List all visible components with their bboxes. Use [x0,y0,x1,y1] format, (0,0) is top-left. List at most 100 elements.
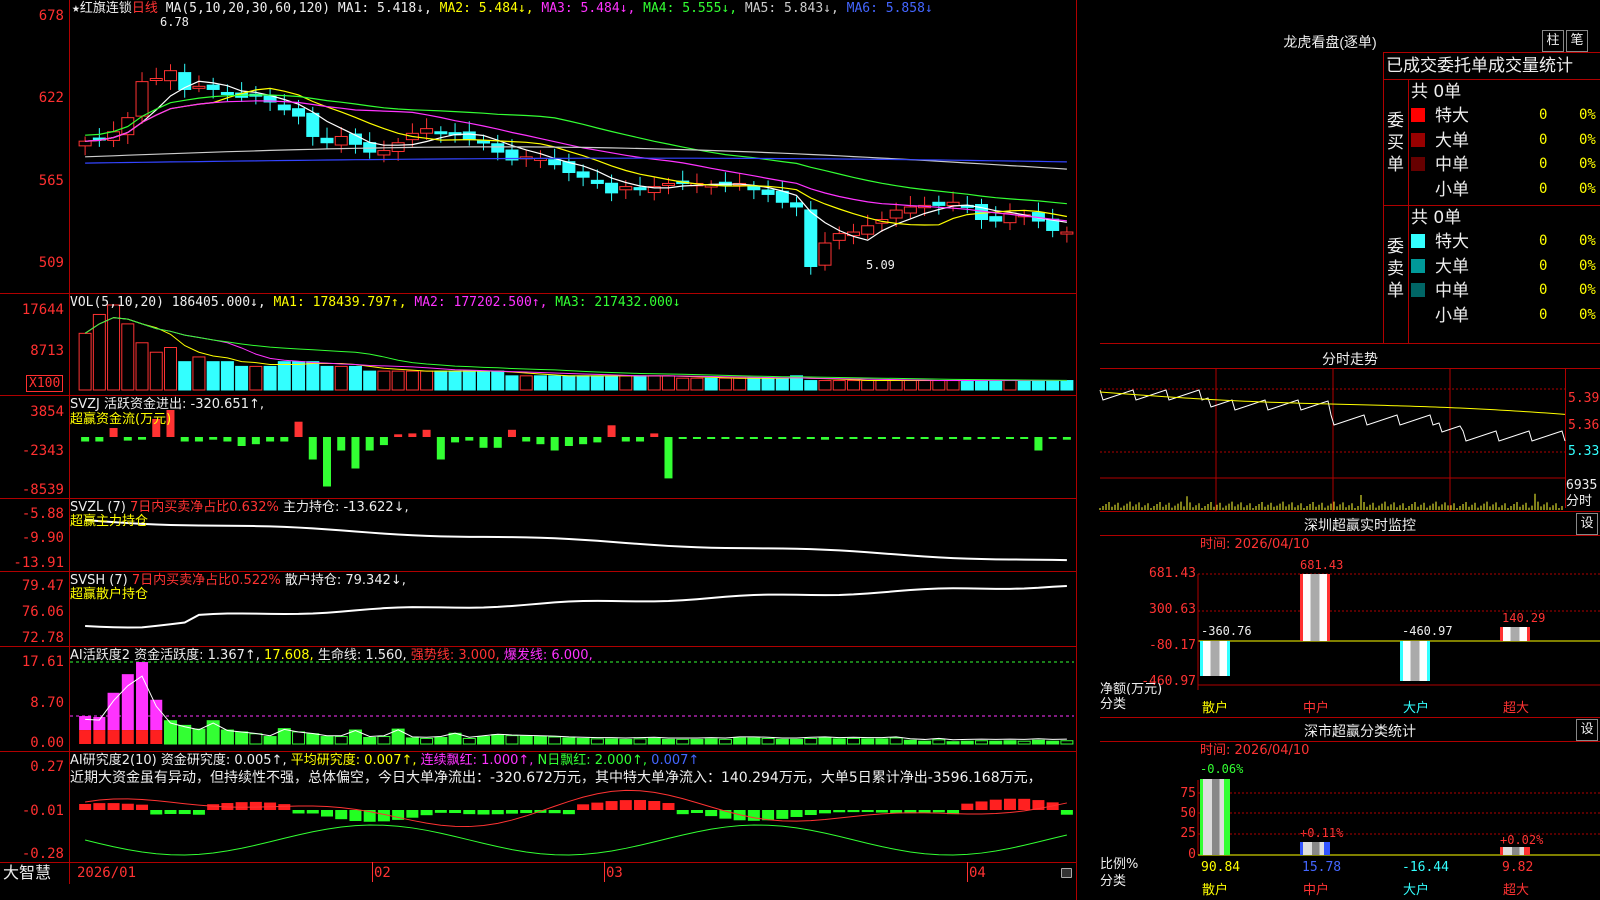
candle-body [932,201,946,206]
volume-bar [960,380,974,391]
xaxis-label-apr: 04 [969,865,986,881]
volume-bar [149,351,163,391]
sz-bar-mid [1310,574,1320,641]
szc-cat-3: 大户 [1403,883,1430,898]
volume-bar [263,365,277,391]
svzj-bar [692,437,701,439]
svzl-axis-top: -5.88 [21,506,64,522]
svzj-bar [507,429,516,437]
ai1-bar [576,737,590,745]
svzj-bar [294,421,303,437]
svzj-bar [806,437,815,439]
sell-row-pct: 0% [1579,306,1596,323]
ai2-bar [634,800,647,810]
ai1-bar [79,716,92,731]
volume-bar [1031,380,1045,391]
svzj-bar [778,437,787,439]
ai1-bar [107,692,120,731]
ai1-bar [363,736,377,745]
ma1-value: MA1: 5.418↓, [337,1,432,16]
ai1-bar [1003,740,1017,745]
svzj-bar [664,437,673,479]
ai2-bar [150,810,163,815]
svzj-sub: 超赢资金流(万元) [70,412,172,427]
kline-axis-622: 622 [38,90,64,106]
volume-bar [733,377,747,391]
ai1-bar [875,738,889,745]
buy-row-name: 小单 [1435,179,1469,200]
sell-row-0: 特大 0 0% [1411,230,1600,252]
volume-bar [249,365,263,391]
sell-row-3: 小单 0 0% [1411,304,1600,326]
sz-monitor-settings-button[interactable]: 设 [1576,513,1598,535]
sell-row-name: 大单 [1435,256,1469,277]
szc-bar-mid [1324,842,1330,855]
svzj-bar [422,429,431,437]
candle-body [220,91,234,95]
volume-bar [121,323,135,391]
stock-name[interactable]: 红旗连锁 [80,1,132,16]
ai2-bar [1003,798,1016,810]
candle-body [334,135,348,146]
ai1-bar [747,737,761,745]
sz-bar-super [1527,627,1530,641]
szc-top-label-2: +0.11% [1300,826,1344,840]
sz-bar-large [1400,641,1430,681]
volume-bar [889,380,903,391]
svzj-bar [863,437,872,439]
ma4-value: MA4: 5.555↓, [643,1,738,16]
szc-y-label: 比例% [1100,857,1139,872]
dragon-bottom-border [1100,343,1600,344]
period-label[interactable]: 日线 [132,1,158,16]
ai1-f5: 爆发线: 6.000, [503,648,593,663]
sell-swatch-icon [1411,234,1425,248]
sell-side-label: 委卖单 [1387,237,1404,301]
sz-axis-2: 300.63 [1149,602,1196,617]
volume-bar [861,380,875,391]
ai1-bar [590,738,604,745]
sz-class-settings-button[interactable]: 设 [1576,719,1598,741]
svzj-bar [963,437,972,440]
sz-bar-mid [1300,574,1303,641]
ai2-bar [406,810,419,818]
ai2-bar [961,803,974,810]
ai1-axis-mid: 8.70 [30,695,64,711]
dragon-header-top [1383,52,1600,53]
dragon-tick-button[interactable]: 笔 [1566,30,1588,52]
candle-body [832,233,846,241]
kline-header: ★红旗连锁日线 MA(5,10,20,30,60,120) MA1: 5.418… [72,1,933,16]
high-price-label: 6.78 [160,15,189,29]
sz-cat-3: 大户 [1403,701,1430,716]
volume-bar [690,377,704,391]
volume-bar [1003,380,1017,391]
ai2-bar [321,810,333,817]
ai1-f4: 强势线: 3.000, [410,648,500,663]
svzj-bar [95,437,104,442]
sell-swatch-icon [1411,258,1425,273]
ai1-bar [420,737,434,745]
volume-bar [448,370,462,391]
lock-icon[interactable] [1061,868,1072,878]
favorite-star-icon[interactable]: ★ [72,1,80,16]
ai1-bar [1017,740,1031,745]
intraday-price-line [1099,389,1566,442]
svzl-header: SVZL (7) 7日内买卖净占比0.632% 主力持仓: -13.622↓, [70,500,409,515]
svzj-bar [451,437,460,443]
dragon-bar-button[interactable]: 柱 [1542,30,1564,52]
candle-body [903,206,917,214]
ai2-bar [420,810,433,816]
vol-header: VOL(5,10,20) 186405.000↓, MA1: 178439.79… [70,295,681,310]
intraday-title-line [1100,368,1600,369]
sz-axis-1: 681.43 [1149,566,1196,581]
volume-bar [661,375,675,391]
sz-bar-large [1427,641,1430,681]
ai1-bar [220,729,234,745]
vol-ma3: MA3: 217432.000↓ [555,295,681,310]
svzj-axis-top: 3854 [30,404,64,420]
svzj-bar [949,437,958,439]
xaxis-tick-mar [604,862,605,882]
kline-axis-678: 678 [38,8,64,24]
ai1-label: AI活跃度2 [70,648,130,663]
volume-bar [334,365,348,391]
volume-bar [163,347,177,391]
